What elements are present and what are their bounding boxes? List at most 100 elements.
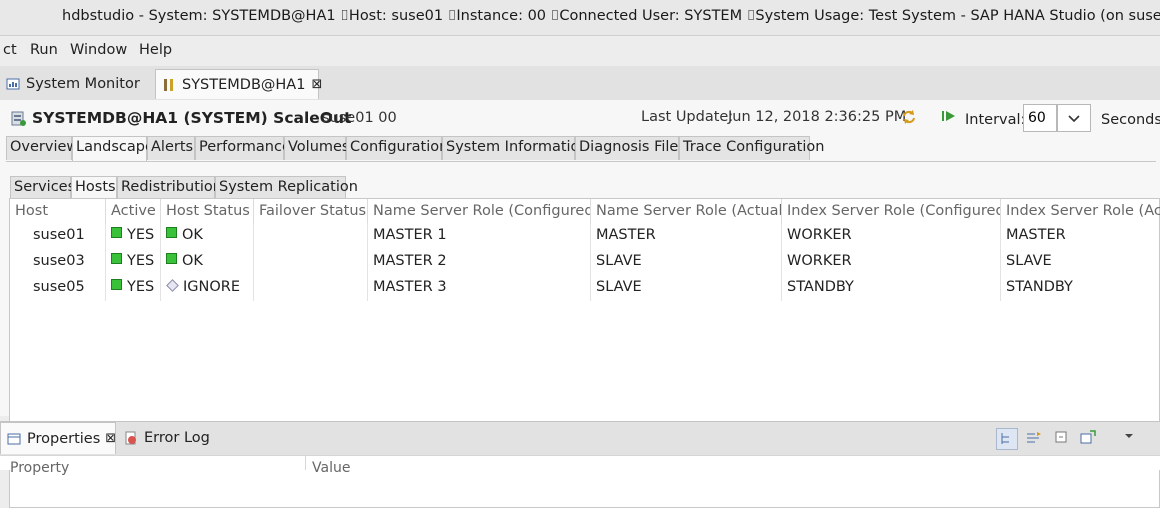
tab-configuration[interactable]: Configuration (346, 136, 448, 160)
database-icon (10, 110, 28, 132)
column-header-property[interactable]: Property (10, 460, 69, 476)
cell-host-status: OK (161, 249, 254, 275)
cell-ns-role-configured: MASTER 3 (368, 275, 591, 301)
cell-is-role-configured: STANDBY (782, 275, 1001, 301)
cell-active: YES (106, 223, 161, 249)
editor-tab-bar: System Monitor SYSTEMDB@HA1 ⊠ (0, 66, 1160, 101)
cell-failover-status (254, 275, 368, 301)
view-menu-button[interactable] (1120, 428, 1142, 450)
pin-view-button[interactable] (1078, 428, 1100, 450)
advanced-icon (1027, 432, 1041, 443)
refresh-icon[interactable] (900, 108, 918, 130)
tab-properties[interactable]: Properties ⊠ (0, 422, 116, 454)
close-icon[interactable]: ⊠ (311, 77, 322, 92)
cell-active: YES (106, 249, 161, 275)
error-log-icon (124, 431, 138, 445)
active-status-icon (111, 227, 122, 238)
last-update-value: Jun 12, 2018 2:36:25 PM (728, 109, 907, 125)
auto-refresh-icon[interactable] (941, 109, 957, 127)
column-header-active[interactable]: Active (106, 199, 161, 223)
interval-dropdown-button[interactable] (1057, 104, 1091, 132)
cell-active: YES (106, 275, 161, 301)
column-header-failover-status[interactable]: Failover Status (254, 199, 368, 223)
cell-ns-role-actual: SLAVE (591, 275, 782, 301)
collapse-all-button[interactable] (1052, 428, 1074, 450)
tab-hosts[interactable]: Hosts (71, 176, 117, 199)
properties-icon (7, 432, 21, 446)
tab-performance[interactable]: Performance (195, 136, 291, 160)
column-header-is-role-configured[interactable]: Index Server Role (Configured) (782, 199, 1001, 223)
tab-system-monitor[interactable]: System Monitor (0, 69, 150, 99)
show-advanced-button[interactable] (1024, 428, 1046, 450)
cell-failover-status (254, 223, 368, 249)
pin-icon (1080, 430, 1096, 444)
cell-is-role-configured: WORKER (782, 249, 1001, 275)
menu-item-window[interactable]: Window (70, 42, 127, 58)
tab-overview[interactable]: Overview (6, 136, 78, 160)
collapse-icon (1055, 431, 1067, 443)
menu-item-project[interactable]: ct (3, 42, 17, 58)
tab-label: System Monitor (26, 76, 140, 92)
window-titlebar: hdbstudio - System: SYSTEMDB@HA1 ⌷Host: … (0, 0, 1160, 36)
column-header-ns-role-configured[interactable]: Name Server Role (Configured) (368, 199, 591, 223)
menu-item-help[interactable]: Help (139, 42, 172, 58)
cell-host: suse05 (10, 275, 106, 301)
bottom-panel: Properties ⊠ Error Log Property Value (0, 421, 1160, 476)
column-header-value[interactable]: Value (312, 460, 350, 476)
monitor-icon (6, 77, 20, 91)
cell-ns-role-configured: MASTER 1 (368, 223, 591, 249)
tab-services[interactable]: Services (10, 176, 75, 199)
system-editor: SYSTEMDB@HA1 (SYSTEM) ScaleOut suse01 00… (0, 100, 1160, 508)
cell-is-role-configured: WORKER (782, 223, 1001, 249)
section-tab-bar: Overview Landscape Alerts Performance Vo… (6, 136, 1156, 162)
interval-label: Interval: (965, 112, 1026, 128)
tab-label: SYSTEMDB@HA1 (182, 76, 306, 93)
cell-ns-role-actual: MASTER (591, 223, 782, 249)
tab-redistribution[interactable]: Redistribution (117, 176, 222, 199)
cell-host-status: IGNORE (161, 275, 254, 301)
seconds-label: Seconds (1101, 112, 1160, 128)
cell-host: suse03 (10, 249, 106, 275)
cell-is-role-actual: MASTER (1006, 227, 1066, 243)
landscape-sub-tab-bar: Services Hosts Redistribution System Rep… (10, 176, 358, 199)
column-header-host[interactable]: Host (10, 199, 106, 223)
close-icon[interactable]: ⊠ (105, 431, 116, 446)
cell-is-role-actual: STANDBY (1006, 279, 1073, 295)
tab-label: Error Log (144, 430, 210, 446)
tab-trace-configuration[interactable]: Trace Configuration (679, 136, 824, 160)
menu-bar: ct Run Window Help (0, 36, 1160, 64)
interval-input[interactable] (1023, 104, 1057, 132)
column-header-host-status[interactable]: Host Status (161, 199, 254, 223)
system-title: SYSTEMDB@HA1 (SYSTEM) ScaleOut (32, 109, 352, 127)
tab-volumes[interactable]: Volumes (284, 136, 349, 160)
column-header-ns-role-actual[interactable]: Name Server Role (Actual) (591, 199, 782, 223)
cell-host: suse01 (10, 223, 106, 249)
tab-system-information[interactable]: System Information (442, 136, 589, 160)
chevron-down-icon (1068, 115, 1080, 123)
last-update-label: Last Update: (641, 109, 734, 125)
cell-ns-role-actual: SLAVE (591, 249, 782, 275)
cell-is-role-actual: SLAVE (1006, 253, 1052, 269)
ignore-status-icon (166, 279, 179, 292)
show-categories-button[interactable] (996, 428, 1018, 450)
tab-alerts[interactable]: Alerts (147, 136, 195, 160)
ok-status-icon (166, 227, 177, 238)
tab-diagnosis-files[interactable]: Diagnosis Files (575, 136, 686, 160)
tools-icon (162, 78, 176, 92)
categories-icon (1001, 433, 1009, 444)
cell-ns-role-configured: MASTER 2 (368, 249, 591, 275)
window-title: hdbstudio - System: SYSTEMDB@HA1 ⌷Host: … (62, 8, 1160, 24)
chevron-down-icon (1125, 434, 1133, 438)
column-header-is-role-actual[interactable]: Index Server Role (Actual) (1001, 199, 1160, 223)
tab-systemdb-ha1[interactable]: SYSTEMDB@HA1 ⊠ (155, 69, 322, 99)
active-status-icon (111, 253, 122, 264)
ok-status-icon (166, 253, 177, 264)
tab-label: Properties (27, 430, 101, 447)
tab-system-replication[interactable]: System Replication (215, 176, 358, 199)
menu-item-run[interactable]: Run (30, 42, 58, 58)
cell-failover-status (254, 249, 368, 275)
tab-error-log[interactable]: Error Log (118, 422, 218, 454)
system-host-instance: suse01 00 (322, 110, 397, 126)
editor-header: SYSTEMDB@HA1 (SYSTEM) ScaleOut suse01 00… (10, 104, 1160, 132)
tab-landscape[interactable]: Landscape (72, 136, 154, 161)
